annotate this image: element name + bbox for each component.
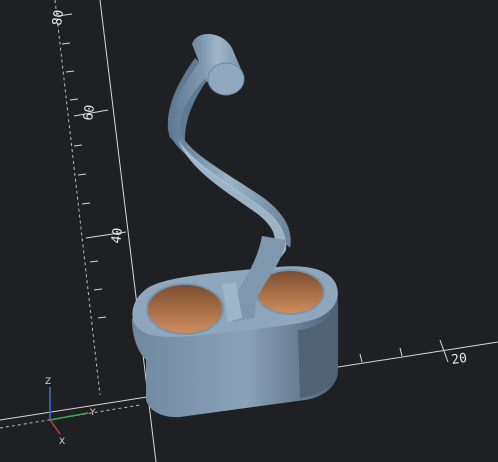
tick-label-60: 60 (81, 104, 98, 122)
gizmo-x-axis (49, 419, 61, 435)
gizmo-z-label: Z (45, 377, 51, 387)
3d-viewport[interactable]: 80 60 40 20 Z Y X (0, 0, 498, 462)
tick-label-40: 40 (109, 227, 126, 245)
vertical-axis-dashed (54, 0, 101, 396)
gizmo-y-axis (49, 412, 89, 421)
scene[interactable]: 80 60 40 20 Z Y X (0, 0, 498, 462)
gizmo-x-label: X (59, 437, 65, 447)
gizmo-y-label: Y (89, 408, 96, 418)
tick-label-20: 20 (450, 351, 468, 368)
cylinder-end-cap (207, 62, 245, 96)
tick-label-80: 80 (50, 9, 67, 27)
